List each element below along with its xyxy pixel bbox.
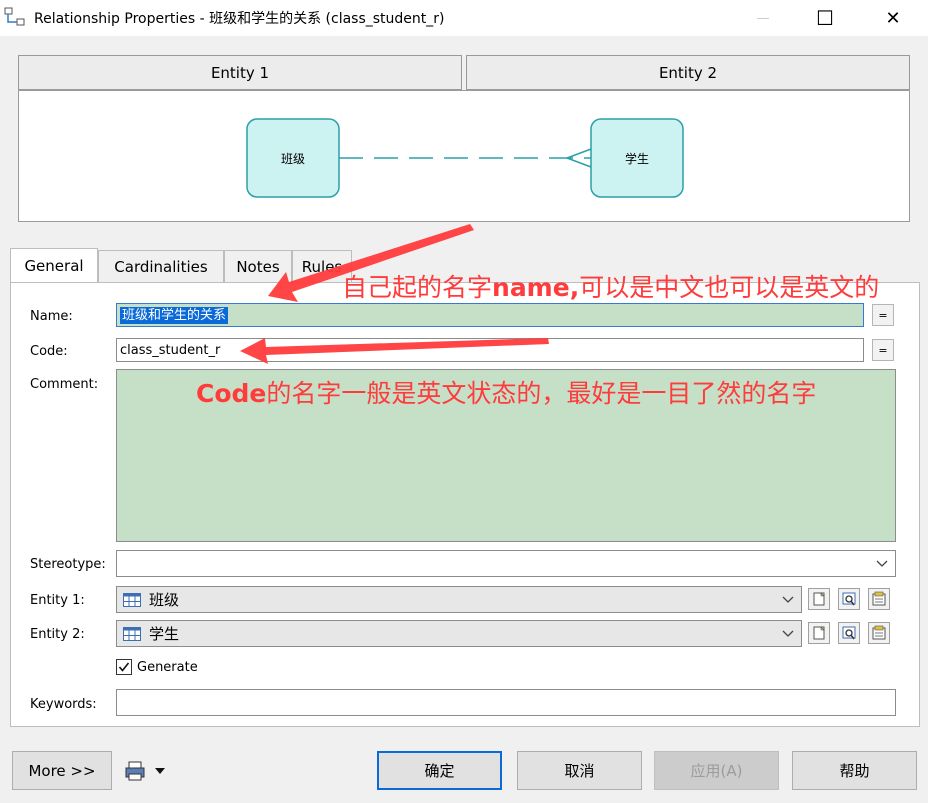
name-input-value: 班级和学生的关系 xyxy=(120,306,229,324)
entity1-field-label: Entity 1: xyxy=(30,593,85,608)
stereotype-combo[interactable] xyxy=(116,550,896,577)
code-annotation: Code的名字一般是英文状态的，最好是一目了然的名字 xyxy=(196,378,916,410)
tab-notes[interactable]: Notes xyxy=(224,250,292,282)
tab-general-label: General xyxy=(24,256,84,275)
ok-button-label: 确定 xyxy=(424,762,455,780)
tab-general[interactable]: General xyxy=(10,248,98,282)
entity2-properties-button[interactable] xyxy=(868,622,890,644)
entity1-properties-button[interactable] xyxy=(868,588,890,610)
new-icon xyxy=(813,626,825,640)
checkmark-icon xyxy=(118,662,130,672)
close-icon: ✕ xyxy=(885,7,901,29)
new-icon xyxy=(813,592,825,606)
relationship-diagram: 班级 学生 xyxy=(18,90,910,222)
code-annotation-rest: 的名字一般是英文状态的，最好是一目了然的名字 xyxy=(266,379,817,408)
name-annotation-part-b: 可以是中文也可以是英文的 xyxy=(579,273,880,302)
title-bar: Relationship Properties - 班级和学生的关系 (clas… xyxy=(0,0,928,36)
equals-label: = xyxy=(878,308,888,322)
entity2-combo[interactable]: 学生 xyxy=(116,620,802,647)
relationship-icon xyxy=(4,7,25,26)
entity1-browse-button[interactable] xyxy=(838,588,860,610)
minimize-button[interactable]: — xyxy=(740,0,786,36)
entity1-combo[interactable]: 班级 xyxy=(116,586,802,613)
table-icon xyxy=(123,592,141,607)
code-input[interactable]: class_student_r xyxy=(116,338,864,362)
entity2-combo-value: 学生 xyxy=(149,625,180,643)
entity1-box-label: 班级 xyxy=(281,152,306,166)
more-button-label: More >> xyxy=(28,761,96,780)
chevron-down-icon xyxy=(782,596,794,603)
tab-notes-label: Notes xyxy=(236,257,280,276)
equals-label-2: = xyxy=(878,343,888,357)
properties-icon xyxy=(872,625,886,640)
ok-button[interactable]: 确定 xyxy=(377,751,502,790)
apply-button-label: 应用(A) xyxy=(690,762,743,780)
entity1-header-label: Entity 1 xyxy=(210,63,270,82)
window-title: Relationship Properties - 班级和学生的关系 (clas… xyxy=(34,11,445,27)
relationship-diagram-svg xyxy=(246,118,684,198)
table-icon xyxy=(123,626,141,641)
close-button[interactable]: ✕ xyxy=(870,0,916,36)
browse-icon xyxy=(842,592,856,606)
entity1-header-button[interactable]: Entity 1 xyxy=(18,55,462,90)
chevron-down-icon xyxy=(876,560,888,567)
keywords-input[interactable] xyxy=(116,689,896,716)
name-annotation: 自己起的名字name,可以是中文也可以是英文的 xyxy=(342,272,914,304)
cancel-button[interactable]: 取消 xyxy=(517,751,642,790)
code-annotation-bold: Code xyxy=(196,379,267,408)
generate-label: Generate xyxy=(137,660,198,675)
help-button-label: 帮助 xyxy=(839,762,870,780)
entity1-combo-value: 班级 xyxy=(149,591,180,609)
entity2-header-label: Entity 2 xyxy=(658,63,718,82)
tab-cardinalities-label: Cardinalities xyxy=(114,257,208,276)
keywords-label: Keywords: xyxy=(30,697,97,712)
more-button[interactable]: More >> xyxy=(12,751,112,790)
code-input-value: class_student_r xyxy=(120,342,221,358)
properties-icon xyxy=(872,591,886,606)
generate-checkbox[interactable] xyxy=(116,659,132,675)
name-input[interactable]: 班级和学生的关系 xyxy=(116,303,864,327)
entity2-header-button[interactable]: Entity 2 xyxy=(466,55,910,90)
entity2-create-button[interactable] xyxy=(808,622,830,644)
comment-label: Comment: xyxy=(30,377,99,392)
name-to-code-button[interactable]: = xyxy=(872,304,894,326)
printer-icon xyxy=(125,761,145,781)
entity1-create-button[interactable] xyxy=(808,588,830,610)
name-annotation-part-a: 自己起的名字 xyxy=(342,273,493,302)
maximize-icon: ☐ xyxy=(816,6,834,30)
tab-rules-label: Rules xyxy=(301,257,343,276)
entity2-field-label: Entity 2: xyxy=(30,627,85,642)
stereotype-label: Stereotype: xyxy=(30,557,106,572)
caret-down-icon xyxy=(155,768,165,774)
entity2-browse-button[interactable] xyxy=(838,622,860,644)
entity2-box-label: 学生 xyxy=(625,152,650,166)
tab-cardinalities[interactable]: Cardinalities xyxy=(98,250,224,282)
code-label: Code: xyxy=(30,344,68,359)
cancel-button-label: 取消 xyxy=(564,762,595,780)
browse-icon xyxy=(842,626,856,640)
name-annotation-bold: name, xyxy=(492,273,580,302)
apply-button[interactable]: 应用(A) xyxy=(654,751,779,790)
minimize-icon: — xyxy=(756,10,770,26)
chevron-down-icon xyxy=(782,630,794,637)
maximize-button[interactable]: ☐ xyxy=(802,0,848,36)
print-menu-button[interactable] xyxy=(124,759,174,783)
code-to-name-button[interactable]: = xyxy=(872,339,894,361)
help-button[interactable]: 帮助 xyxy=(792,751,917,790)
name-label: Name: xyxy=(30,309,73,324)
